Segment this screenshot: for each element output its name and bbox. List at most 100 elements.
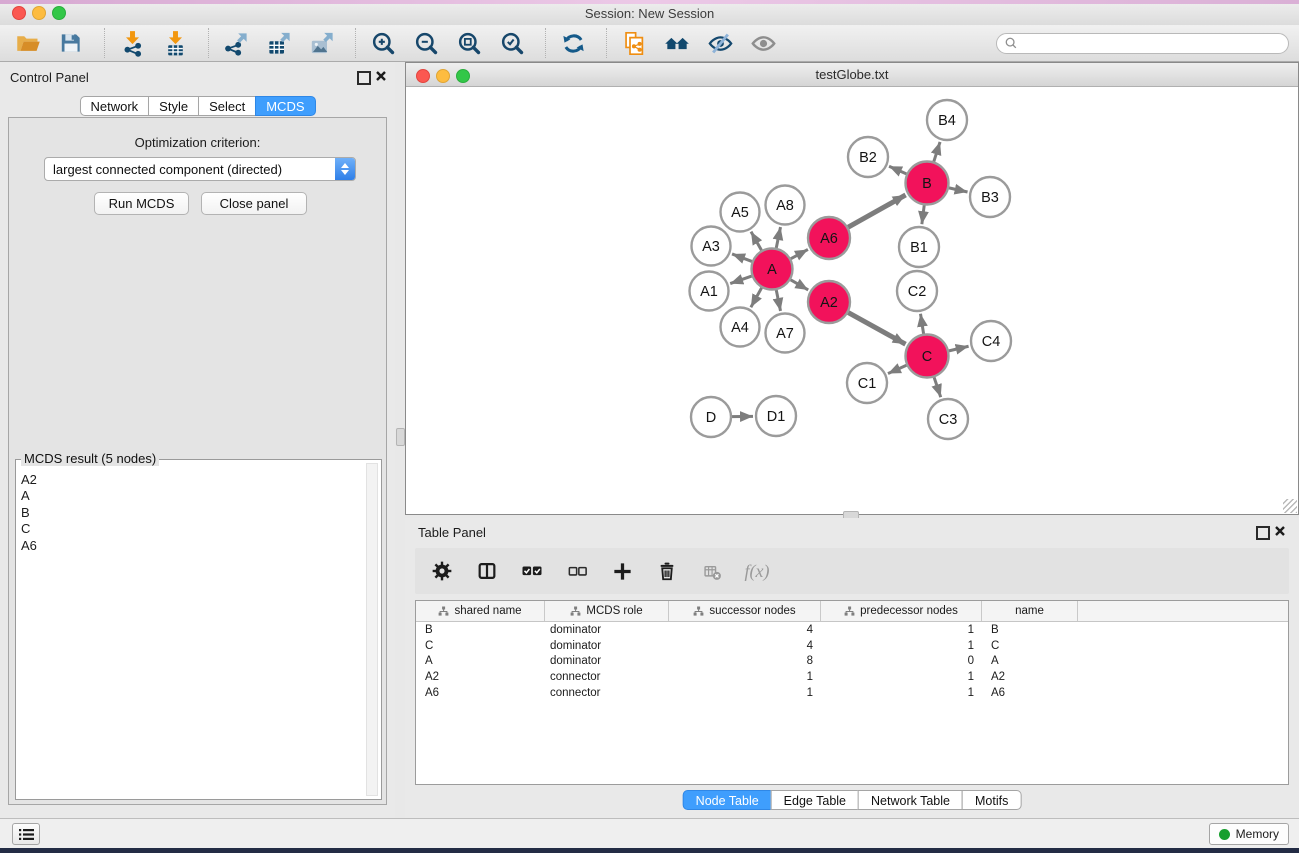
graph-edge-C-C1[interactable] <box>888 365 907 373</box>
float-panel-icon[interactable] <box>1256 526 1270 540</box>
tab-mcds[interactable]: MCDS <box>255 96 315 116</box>
mcds-result-item[interactable]: B <box>21 505 363 521</box>
graph-node-A1[interactable]: A1 <box>690 272 729 311</box>
delete-table-button[interactable] <box>700 559 724 583</box>
mcds-result-item[interactable]: A <box>21 488 363 504</box>
zoom-fit-button[interactable] <box>455 29 483 57</box>
resize-grip-icon[interactable] <box>1283 499 1297 513</box>
hide-selected-button[interactable] <box>706 29 734 57</box>
show-all-columns-button[interactable] <box>520 559 544 583</box>
graph-edge-B-B4[interactable] <box>934 142 940 162</box>
column-header-predecessor-nodes[interactable]: predecessor nodes <box>821 601 982 621</box>
delete-column-button[interactable] <box>655 559 679 583</box>
graph-edge-B-B2[interactable] <box>889 166 906 174</box>
show-all-button[interactable] <box>749 29 777 57</box>
graph-edge-B-B1[interactable] <box>922 205 924 224</box>
graph-edge-A-A4[interactable] <box>751 288 762 307</box>
column-header-shared-name[interactable]: shared name <box>416 601 545 621</box>
close-panel-icon[interactable] <box>375 70 387 82</box>
graph-node-B2[interactable]: B2 <box>848 137 888 177</box>
vertical-splitter-handle[interactable] <box>396 428 405 446</box>
zoom-in-button[interactable] <box>369 29 397 57</box>
graph-edge-A-A3[interactable] <box>732 254 752 261</box>
save-session-button[interactable] <box>57 29 85 57</box>
show-task-history-button[interactable] <box>12 823 40 845</box>
table-row[interactable]: Bdominator41B <box>416 622 1288 638</box>
zoom-selected-button[interactable] <box>498 29 526 57</box>
mcds-result-item[interactable]: A2 <box>21 472 363 488</box>
open-session-button[interactable] <box>14 29 42 57</box>
graph-node-A7[interactable]: A7 <box>766 314 805 353</box>
search-input[interactable] <box>1023 35 1281 51</box>
graph-node-B[interactable]: B <box>906 162 949 205</box>
zoom-out-button[interactable] <box>412 29 440 57</box>
criterion-dropdown[interactable]: largest connected component (directed) <box>44 157 356 181</box>
graph-node-B4[interactable]: B4 <box>927 100 967 140</box>
graph-node-A[interactable]: A <box>752 249 793 290</box>
table-settings-button[interactable] <box>430 559 454 583</box>
graph-node-C3[interactable]: C3 <box>928 399 968 439</box>
graph-node-A6[interactable]: A6 <box>808 217 850 259</box>
graph-node-A5[interactable]: A5 <box>721 193 760 232</box>
graph-edge-A-A5[interactable] <box>751 232 761 251</box>
graph-edge-A-A8[interactable] <box>776 227 780 248</box>
graph-node-A4[interactable]: A4 <box>721 308 760 347</box>
graph-node-B1[interactable]: B1 <box>899 227 939 267</box>
graph-edge-A-A2[interactable] <box>791 280 809 290</box>
search-field[interactable] <box>996 33 1289 54</box>
graph-edge-B-B3[interactable] <box>949 188 968 192</box>
export-table-button[interactable] <box>265 29 293 57</box>
column-header-mcds-role[interactable]: MCDS role <box>545 601 669 621</box>
run-mcds-button[interactable]: Run MCDS <box>94 192 189 215</box>
column-header-name[interactable]: name <box>982 601 1078 621</box>
graph-node-A8[interactable]: A8 <box>766 186 805 225</box>
close-panel-button[interactable]: Close panel <box>201 192 307 215</box>
column-header-successor-nodes[interactable]: successor nodes <box>669 601 821 621</box>
hide-all-columns-button[interactable] <box>565 559 589 583</box>
split-panel-button[interactable] <box>475 559 499 583</box>
table-row[interactable]: Cdominator41C <box>416 638 1288 654</box>
graph-node-C4[interactable]: C4 <box>971 321 1011 361</box>
table-row[interactable]: A2connector11A2 <box>416 669 1288 685</box>
graph-node-C2[interactable]: C2 <box>897 271 937 311</box>
tab-motifs[interactable]: Motifs <box>962 790 1021 810</box>
graph-node-D1[interactable]: D1 <box>756 396 796 436</box>
graph-node-A3[interactable]: A3 <box>692 227 731 266</box>
result-scrollbar[interactable] <box>366 463 378 796</box>
first-neighbors-button[interactable] <box>663 29 691 57</box>
create-column-button[interactable] <box>610 559 634 583</box>
tab-style[interactable]: Style <box>148 96 199 116</box>
network-graph[interactable]: B4B2BB3B1A5A8A3A6AA1A4A7A2C2CC4C1C3DD1 <box>406 87 1298 514</box>
graph-node-B3[interactable]: B3 <box>970 177 1010 217</box>
table-row[interactable]: Adominator80A <box>416 654 1288 670</box>
graph-edge-C-C2[interactable] <box>920 314 923 334</box>
tab-select[interactable]: Select <box>198 96 256 116</box>
graph-edge-A-A6[interactable] <box>791 249 808 258</box>
tab-network[interactable]: Network <box>79 96 149 116</box>
tab-edge-table[interactable]: Edge Table <box>771 790 859 810</box>
close-panel-icon[interactable] <box>1274 525 1286 537</box>
graph-edge-C-C4[interactable] <box>949 346 969 351</box>
function-builder-button[interactable]: f(x) <box>745 559 769 583</box>
mcds-result-item[interactable]: C <box>21 521 363 537</box>
tab-network-table[interactable]: Network Table <box>858 790 963 810</box>
graph-edge-A6-B[interactable] <box>848 195 905 227</box>
graph-node-A2[interactable]: A2 <box>808 281 850 323</box>
export-network-button[interactable] <box>222 29 250 57</box>
import-table-button[interactable] <box>161 29 189 57</box>
table-row[interactable]: A6connector11A6 <box>416 685 1288 701</box>
graph-edge-C-C3[interactable] <box>934 377 941 397</box>
graph-node-C1[interactable]: C1 <box>847 363 887 403</box>
graph-edge-A2-C[interactable] <box>848 313 905 345</box>
memory-button[interactable]: Memory <box>1209 823 1289 845</box>
refresh-button[interactable] <box>559 29 587 57</box>
clone-network-button[interactable] <box>620 29 648 57</box>
graph-node-C[interactable]: C <box>906 335 949 378</box>
mcds-result-item[interactable]: A6 <box>21 538 363 554</box>
export-image-button[interactable] <box>308 29 336 57</box>
tab-node-table[interactable]: Node Table <box>683 790 772 810</box>
import-network-button[interactable] <box>118 29 146 57</box>
graph-edge-A-A7[interactable] <box>776 290 780 311</box>
float-panel-icon[interactable] <box>357 71 371 85</box>
graph-edge-A-A1[interactable] <box>730 276 751 283</box>
